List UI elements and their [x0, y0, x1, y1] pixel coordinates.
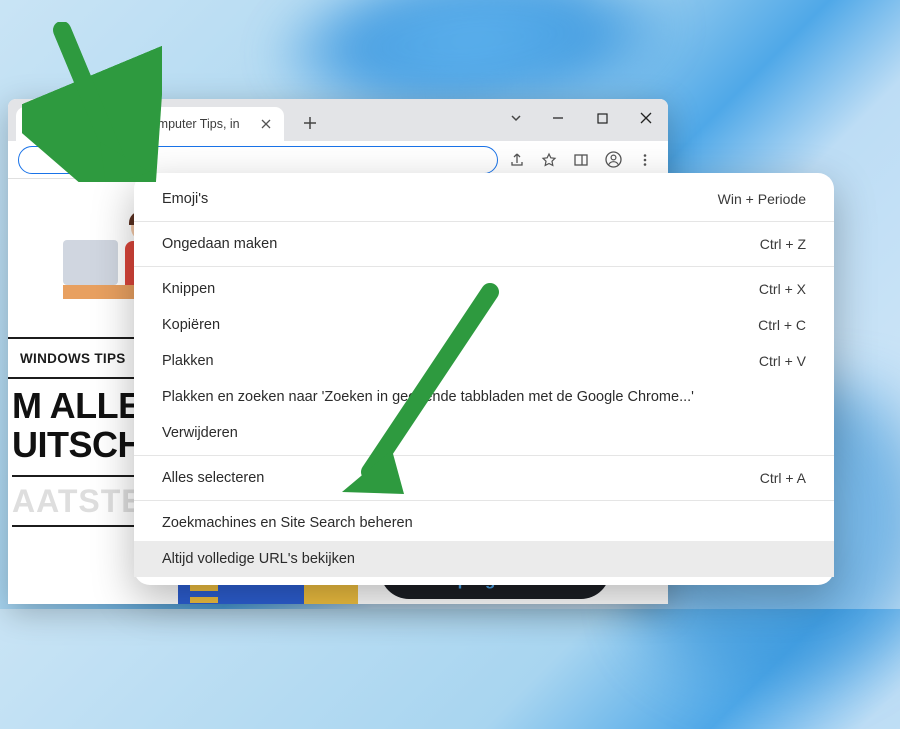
menu-separator	[134, 455, 834, 456]
menu-label: Emoji's	[162, 191, 208, 207]
window-controls	[496, 99, 668, 137]
tab-title: PC Tips - Gratis Computer Tips, in	[50, 117, 251, 131]
menu-label: Altijd volledige URL's bekijken	[162, 551, 355, 567]
menu-item-delete[interactable]: Verwijderen	[134, 415, 834, 451]
menu-label: Zoekmachines en Site Search beheren	[162, 515, 413, 531]
minimize-button[interactable]	[536, 99, 580, 137]
menu-item-cut[interactable]: Knippen Ctrl + X	[134, 271, 834, 307]
side-panel-icon[interactable]	[568, 147, 594, 173]
close-tab-icon[interactable]	[258, 116, 274, 132]
menu-item-emoji[interactable]: Emoji's Win + Periode	[134, 181, 834, 217]
article-headline: M ALLE UITSCH	[12, 387, 143, 465]
menu-separator	[134, 500, 834, 501]
menu-item-paste-search[interactable]: Plakken en zoeken naar 'Zoeken in geopen…	[134, 379, 834, 415]
browser-titlebar: PC Tips - Gratis Computer Tips, in	[8, 99, 668, 141]
close-window-button[interactable]	[624, 99, 668, 137]
menu-icon[interactable]	[632, 147, 658, 173]
menu-label: Kopiëren	[162, 317, 220, 333]
address-bar[interactable]	[18, 146, 498, 174]
menu-shortcut: Ctrl + Z	[760, 236, 806, 252]
menu-item-always-show-full-urls[interactable]: Altijd volledige URL's bekijken	[134, 541, 834, 577]
menu-shortcut: Ctrl + X	[759, 281, 806, 297]
maximize-button[interactable]	[580, 99, 624, 137]
share-icon[interactable]	[504, 147, 530, 173]
new-tab-button[interactable]	[296, 109, 324, 137]
menu-separator	[134, 221, 834, 222]
menu-item-copy[interactable]: Kopiëren Ctrl + C	[134, 307, 834, 343]
profile-icon[interactable]	[600, 147, 626, 173]
browser-tab[interactable]: PC Tips - Gratis Computer Tips, in	[16, 107, 284, 141]
menu-separator	[134, 266, 834, 267]
menu-shortcut: Ctrl + V	[759, 353, 806, 369]
menu-label: Knippen	[162, 281, 215, 297]
menu-shortcut: Ctrl + A	[760, 470, 806, 486]
bookmark-icon[interactable]	[536, 147, 562, 173]
menu-item-select-all[interactable]: Alles selecteren Ctrl + A	[134, 460, 834, 496]
menu-item-paste[interactable]: Plakken Ctrl + V	[134, 343, 834, 379]
menu-shortcut: Win + Periode	[718, 191, 806, 207]
address-bar-context-menu: Emoji's Win + Periode Ongedaan maken Ctr…	[134, 173, 834, 585]
menu-shortcut: Ctrl + C	[758, 317, 806, 333]
menu-label: Verwijderen	[162, 425, 238, 441]
menu-item-undo[interactable]: Ongedaan maken Ctrl + Z	[134, 226, 834, 262]
menu-item-manage-search-engines[interactable]: Zoekmachines en Site Search beheren	[134, 505, 834, 541]
menu-label: Plakken en zoeken naar 'Zoeken in geopen…	[162, 389, 694, 405]
tab-favicon	[26, 116, 43, 133]
menu-label: Plakken	[162, 353, 214, 369]
menu-label: Ongedaan maken	[162, 236, 277, 252]
tab-search-button[interactable]	[496, 99, 536, 137]
category-label: WINDOWS TIPS	[20, 351, 126, 366]
menu-label: Alles selecteren	[162, 470, 264, 486]
